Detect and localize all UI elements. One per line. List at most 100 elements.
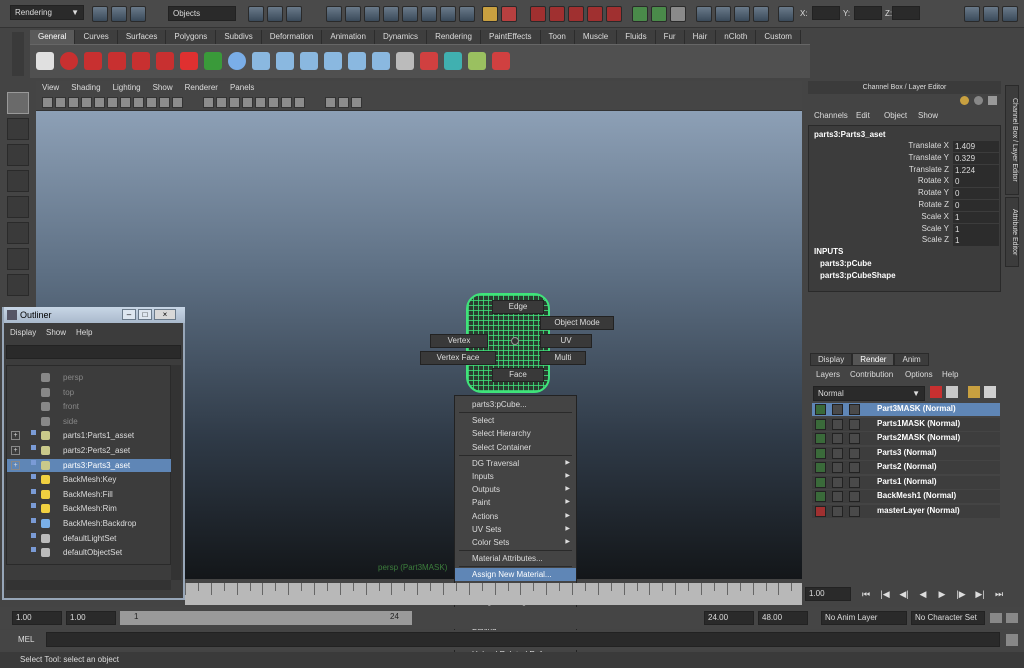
outliner-item[interactable]: defaultLightSet xyxy=(7,532,172,545)
new-scene-icon[interactable] xyxy=(92,6,108,22)
select-by-hierarchy-icon[interactable] xyxy=(248,6,264,22)
shelf-ipr-icon[interactable] xyxy=(132,52,150,70)
layer-menu-contribution[interactable]: Contribution xyxy=(850,370,893,379)
render-settings-icon[interactable] xyxy=(753,6,769,22)
context-menu-item[interactable]: Select Container xyxy=(455,441,576,454)
shelf-tab-ncloth[interactable]: nCloth xyxy=(716,30,757,44)
menu-set-dropdown[interactable]: Rendering ▼ xyxy=(10,5,84,20)
shelf-render-icon[interactable] xyxy=(84,52,102,70)
context-menu-item[interactable]: Assign New Material... xyxy=(455,568,576,582)
context-menu-item[interactable]: parts3:pCube... xyxy=(455,398,576,411)
context-menu-item[interactable]: Inputs ▶ xyxy=(455,470,576,483)
layer-options-icon[interactable] xyxy=(849,491,860,502)
shelf-tab-hair[interactable]: Hair xyxy=(684,30,717,44)
shelf-tab-surfaces[interactable]: Surfaces xyxy=(117,30,167,44)
new-layer-selected-icon[interactable] xyxy=(946,386,958,398)
marking-menu-vertex[interactable]: Vertex xyxy=(430,334,488,348)
channel-row[interactable]: Scale X 1 xyxy=(809,211,1000,223)
layer-options-icon[interactable] xyxy=(849,418,860,430)
marking-menu-face[interactable]: Face xyxy=(492,368,544,382)
channel-value[interactable]: 1 xyxy=(953,235,999,247)
outliner-item[interactable]: defaultObjectSet xyxy=(7,546,172,559)
outliner-item[interactable]: BackMesh:Rim xyxy=(7,502,172,515)
layer-render-toggle-icon[interactable] xyxy=(815,404,826,415)
use-all-lights-icon[interactable] xyxy=(268,97,279,108)
highlight-selection-icon[interactable] xyxy=(501,6,517,22)
current-frame-field[interactable]: 1.00 xyxy=(805,587,851,601)
select-joints-icon[interactable] xyxy=(345,6,361,22)
input-item[interactable]: parts3:pCube xyxy=(820,259,872,268)
outliner-item[interactable]: BackMesh:Fill xyxy=(7,488,172,501)
character-set-dropdown[interactable]: No Character Set xyxy=(911,611,985,625)
channel-value[interactable]: 0 xyxy=(953,200,999,211)
camera-select-icon[interactable] xyxy=(42,97,53,108)
marking-menu-multi[interactable]: Multi xyxy=(540,351,586,365)
construction-history-icon[interactable] xyxy=(670,6,686,22)
shelf-tab-painteffects[interactable]: PaintEffects xyxy=(480,30,541,44)
outliner-vertical-scrollbar[interactable] xyxy=(171,365,181,580)
channel-value[interactable]: 0 xyxy=(953,188,999,200)
ipr-render-icon[interactable] xyxy=(734,6,750,22)
viewport-menu-panels[interactable]: Panels xyxy=(224,81,260,95)
camera-attributes-icon[interactable] xyxy=(55,97,66,108)
layer-menu-help[interactable]: Help xyxy=(942,370,958,379)
layer-visibility-toggle-icon[interactable] xyxy=(832,476,843,488)
select-dynamics-icon[interactable] xyxy=(421,6,437,22)
shelf-tab-subdivs[interactable]: Subdivs xyxy=(216,30,262,44)
layer-tab-anim[interactable]: Anim xyxy=(894,353,929,366)
key-icon[interactable] xyxy=(990,613,1002,623)
manipulator-tool-icon[interactable] xyxy=(7,248,29,270)
step-forward-frame-icon[interactable]: ▶| xyxy=(973,587,987,601)
layer-blend-mode-dropdown[interactable]: Normal ▼ xyxy=(813,386,925,401)
channel-row[interactable]: Scale Z 1 xyxy=(809,235,1000,247)
viewport-menu-view[interactable]: View xyxy=(36,81,65,95)
outliner-title-bar[interactable]: Outliner – □ × xyxy=(4,307,185,323)
layer-options-icon[interactable] xyxy=(849,476,860,488)
viewport-menu-lighting[interactable]: Lighting xyxy=(107,81,147,95)
shelf-tab-muscle[interactable]: Muscle xyxy=(574,30,618,44)
outliner-item[interactable]: persp xyxy=(7,371,172,384)
shelf-light-6-icon[interactable] xyxy=(372,52,390,70)
layer-visibility-toggle-icon[interactable] xyxy=(832,447,843,459)
viewport-menu-show[interactable]: Show xyxy=(147,81,179,95)
channel-row[interactable]: Scale Y 1 xyxy=(809,223,1000,235)
script-editor-icon[interactable] xyxy=(1006,634,1018,646)
lock-selection-icon[interactable] xyxy=(482,6,498,22)
layer-visibility-toggle-icon[interactable] xyxy=(832,491,843,502)
grid-icon[interactable] xyxy=(94,97,105,108)
play-forwards-icon[interactable]: ▶ xyxy=(935,587,949,601)
soft-mod-tool-icon[interactable] xyxy=(7,274,29,296)
layer-visibility-toggle-icon[interactable] xyxy=(832,418,843,430)
gate-mask-icon[interactable] xyxy=(133,97,144,108)
layer-tab-display[interactable]: Display xyxy=(810,353,853,366)
input-connections-icon[interactable] xyxy=(632,6,648,22)
toggle-channel-box-icon[interactable] xyxy=(1002,6,1018,22)
select-surfaces-icon[interactable] xyxy=(383,6,399,22)
command-line-language[interactable]: MEL xyxy=(18,635,34,644)
channel-value[interactable]: 0 xyxy=(953,176,999,188)
field-chart-icon[interactable] xyxy=(146,97,157,108)
layer-visibility-toggle-icon[interactable] xyxy=(832,462,843,473)
layer-render-toggle-icon[interactable] xyxy=(815,505,826,517)
side-tab-channel-box[interactable]: Channel Box / Layer Editor xyxy=(1005,85,1019,195)
select-by-component-icon[interactable] xyxy=(286,6,302,22)
snap-to-curve-icon[interactable] xyxy=(549,6,565,22)
time-slider[interactable] xyxy=(185,583,802,605)
play-backwards-icon[interactable]: ◀ xyxy=(916,587,930,601)
range-slider[interactable]: 1 24 xyxy=(120,611,412,625)
outliner-item[interactable]: + parts1:Parts1_asset xyxy=(7,429,172,442)
select-rendering-icon[interactable] xyxy=(440,6,456,22)
playback-end-field[interactable]: 24.00 xyxy=(704,611,754,625)
outliner-item[interactable]: BackMesh:Key xyxy=(7,473,172,486)
shelf-editor-icon[interactable] xyxy=(396,52,414,70)
select-misc-icon[interactable] xyxy=(459,6,475,22)
context-menu-item[interactable]: Actions ▶ xyxy=(455,510,576,523)
step-back-key-icon[interactable]: ◀| xyxy=(897,587,911,601)
command-input[interactable] xyxy=(46,632,1000,647)
channel-box-menu-show[interactable]: Show xyxy=(918,111,938,120)
shelf-tab-polygons[interactable]: Polygons xyxy=(166,30,217,44)
toggle-tool-settings-icon[interactable] xyxy=(983,6,999,22)
safe-title-icon[interactable] xyxy=(172,97,183,108)
channel-row[interactable]: Rotate Y 0 xyxy=(809,188,1000,200)
select-deformations-icon[interactable] xyxy=(402,6,418,22)
